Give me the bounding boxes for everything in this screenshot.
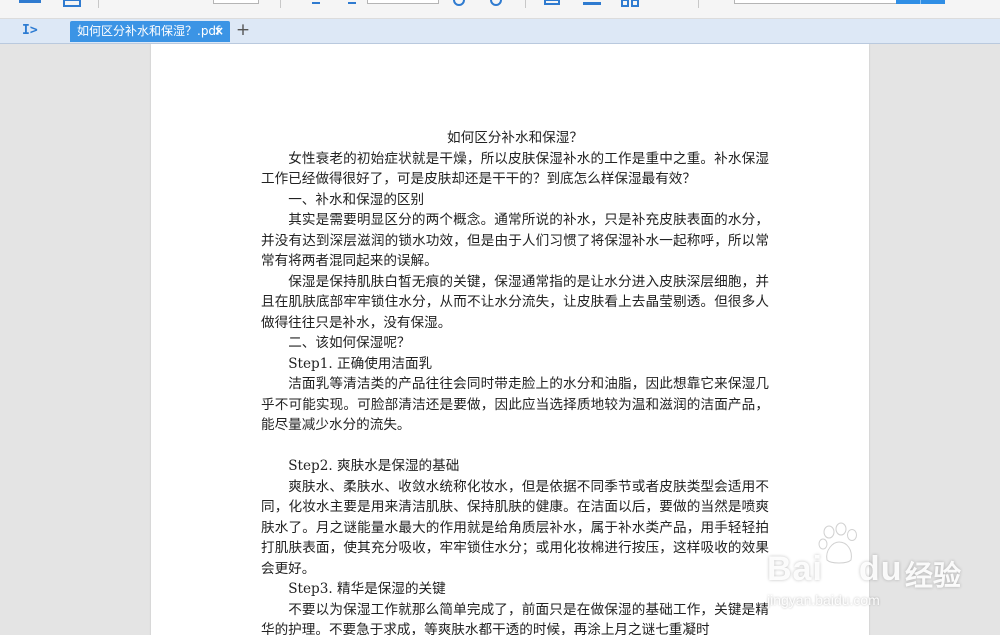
body-paragraph: 其实是需要明显区分的两个概念。通常所说的补水，只是补充皮肤表面的水分，并没有达到… xyxy=(261,212,769,269)
document-icon[interactable] xyxy=(63,0,81,8)
section-heading: 一、补水和保湿的区别 xyxy=(288,191,425,208)
toolbar-separator xyxy=(98,0,99,8)
zoom-out-icon[interactable] xyxy=(452,0,466,6)
document-title: 如何区分补水和保湿？ xyxy=(447,130,583,146)
section-heading: Step1. 正确使用洁面乳 xyxy=(288,355,433,372)
zoom-input[interactable] xyxy=(213,0,259,4)
sidebar-expand-icon[interactable]: I> xyxy=(22,22,42,40)
toolbar-separator xyxy=(698,0,699,8)
section-heading: Step2. 爽肤水是保湿的基础 xyxy=(288,458,460,474)
next-page-icon[interactable] xyxy=(347,0,357,5)
zoom-in-icon[interactable] xyxy=(489,0,503,6)
toolbar-separator xyxy=(280,0,281,8)
add-tab-button[interactable]: + xyxy=(235,20,251,40)
page-number-input[interactable] xyxy=(367,0,439,4)
toolbar-separator xyxy=(525,0,526,8)
watermark-logo: Bai du xyxy=(767,550,903,588)
tab-label: 如何区分补水和保湿？.pdf xyxy=(77,24,221,38)
two-page-view-icon[interactable] xyxy=(621,0,639,8)
continuous-view-icon[interactable] xyxy=(583,0,601,6)
search-input[interactable] xyxy=(734,0,898,4)
search-button[interactable] xyxy=(896,0,945,4)
watermark-url: jingyan.baidu.com xyxy=(767,592,880,608)
baidu-jingyan-watermark: Bai du 经验 jingyan.baidu.com xyxy=(755,522,995,627)
tab-bar: I> 如何区分补水和保湿？.pdf × + xyxy=(0,19,1000,44)
single-page-view-icon[interactable] xyxy=(544,0,560,6)
search-button-divider xyxy=(920,0,921,4)
body-paragraph: 保湿是保持肌肤白皙无痕的关键，保湿通常指的是让水分进入皮肤深层细胞，并且在肌肤底… xyxy=(261,273,769,331)
body-paragraph: 洁面乳等清洁类的产品往往会同时带走脸上的水分和油脂，因此想靠它来保湿几乎不可能实… xyxy=(261,376,769,433)
tab-active-document[interactable]: 如何区分补水和保湿？.pdf × xyxy=(70,21,230,42)
previous-page-icon[interactable] xyxy=(311,0,321,5)
section-heading: 二、该如何保湿呢？ xyxy=(288,335,411,351)
toolbar xyxy=(0,0,1000,19)
section-heading: Step3. 精华是保湿的关键 xyxy=(288,581,446,597)
close-tab-icon[interactable]: × xyxy=(214,21,224,42)
body-paragraph: 不要以为保湿工作就那么简单完成了，前面只是在做保湿的基础工作，关键是精华的护理。… xyxy=(261,601,769,635)
body-paragraph: 女性衰老的初始症状就是干燥，所以皮肤保湿补水的工作是重中之重。补水保湿工作已经做… xyxy=(261,150,769,188)
page-content: 如何区分补水和保湿？ 女性衰老的初始症状就是干燥，所以皮肤保湿补水的工作是重中之… xyxy=(261,128,769,635)
body-paragraph: 爽肤水、柔肤水、收敛水统称化妆水，但是依据不同季节或者皮肤类型会适用不同，化妆水… xyxy=(261,478,769,577)
watermark-brand: 经验 xyxy=(905,559,962,592)
menu-icon[interactable] xyxy=(19,0,41,5)
